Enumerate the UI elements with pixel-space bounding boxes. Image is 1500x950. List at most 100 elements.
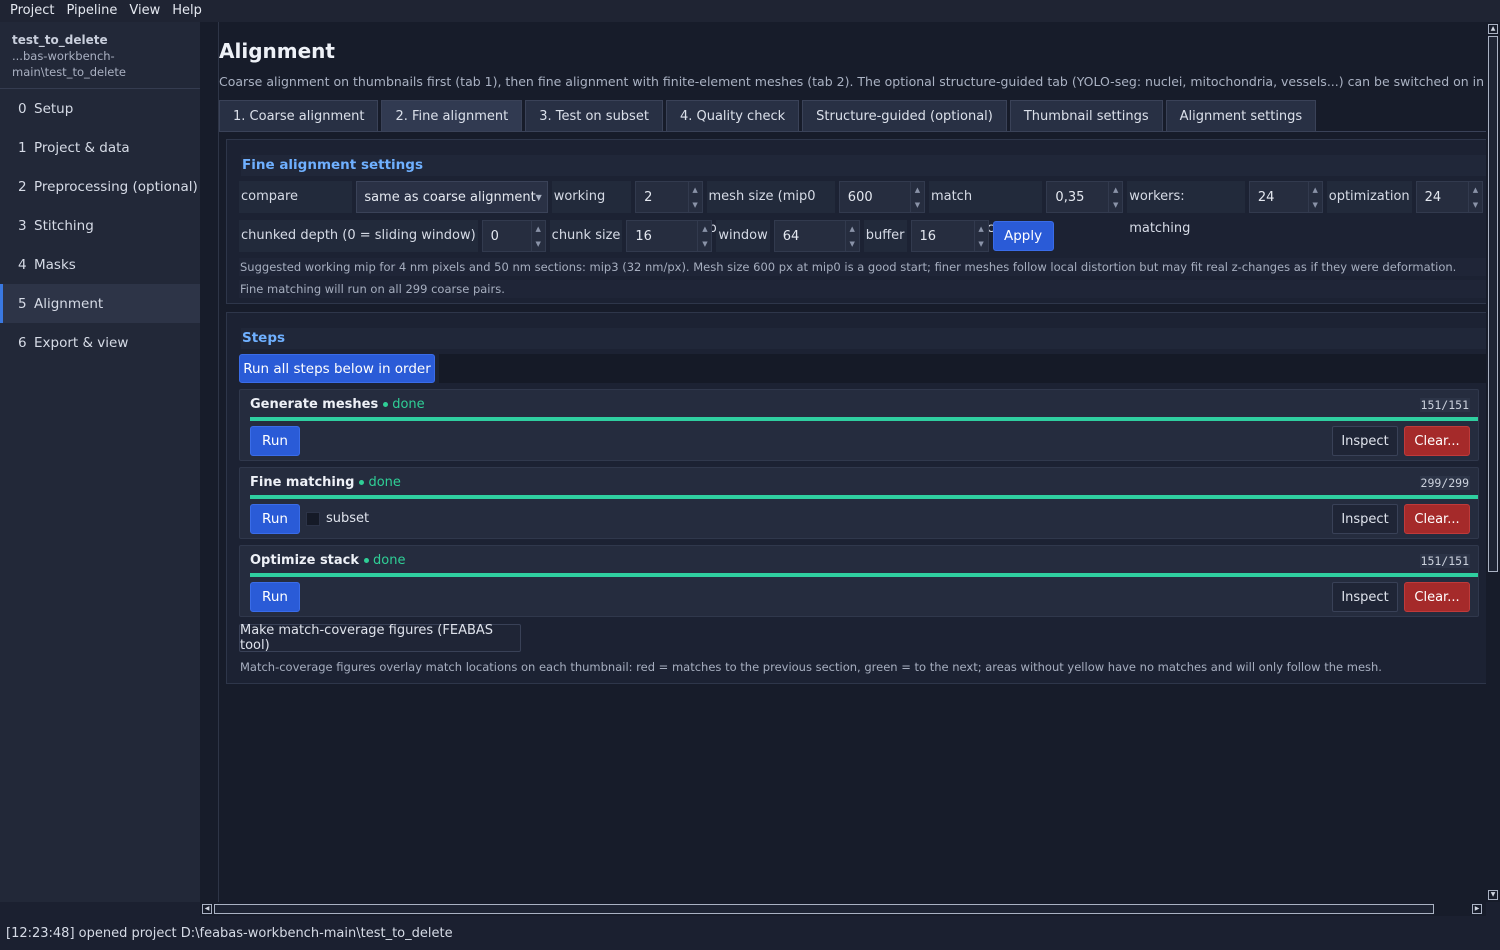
run-button[interactable]: Run bbox=[250, 504, 300, 534]
spin-up-icon[interactable]: ▲ bbox=[846, 221, 859, 236]
clear-button[interactable]: Clear... bbox=[1404, 504, 1470, 534]
step-progress-fill bbox=[250, 417, 1478, 421]
spin-up-icon[interactable]: ▲ bbox=[689, 182, 702, 197]
step-count: 151/151 bbox=[1419, 398, 1470, 412]
window-value: 64 bbox=[782, 228, 800, 244]
tab-alignment-settings[interactable]: Alignment settings bbox=[1165, 100, 1317, 131]
inspect-button[interactable]: Inspect bbox=[1332, 426, 1398, 456]
menu-help[interactable]: Help bbox=[166, 0, 208, 22]
step-name: Fine matching bbox=[250, 475, 355, 490]
apply-button[interactable]: Apply bbox=[992, 221, 1054, 251]
run-all-progress-area bbox=[439, 354, 1487, 383]
working-mip-value: 2 bbox=[644, 189, 653, 205]
spin-down-icon[interactable]: ▼ bbox=[1469, 197, 1482, 212]
tab-thumbnail-settings[interactable]: Thumbnail settings bbox=[1009, 100, 1163, 131]
settings-row-2: chunked depth (0 = sliding window) 0 ▲ ▼ … bbox=[239, 220, 1054, 252]
page-title: Alignment bbox=[219, 39, 335, 63]
tab-structure-guided[interactable]: Structure-guided (optional) bbox=[802, 100, 1007, 131]
menu-project[interactable]: Project bbox=[4, 0, 60, 22]
window-spinbox[interactable]: 64 ▲ ▼ bbox=[773, 220, 860, 252]
sidebar-item-label: Project & data bbox=[34, 139, 130, 156]
fine-matching-hint: Fine matching will run on all 299 coarse… bbox=[239, 280, 1487, 298]
clear-button[interactable]: Clear... bbox=[1404, 582, 1470, 612]
tab-fine-alignment[interactable]: 2. Fine alignment bbox=[381, 100, 523, 131]
inspect-button[interactable]: Inspect bbox=[1332, 582, 1398, 612]
checkbox-box[interactable] bbox=[306, 511, 320, 526]
group-title: Steps bbox=[241, 328, 1487, 349]
spin-up-icon[interactable]: ▲ bbox=[1469, 182, 1482, 197]
working-mip-spinbox[interactable]: 2 ▲ ▼ bbox=[635, 181, 703, 213]
sidebar-item-masks[interactable]: 4 Masks bbox=[0, 245, 200, 284]
step-name: Optimize stack bbox=[250, 553, 360, 568]
tab-coarse-alignment[interactable]: 1. Coarse alignment bbox=[219, 100, 379, 131]
project-name: test_to_delete bbox=[12, 33, 108, 47]
sidebar-item-alignment[interactable]: 5 Alignment bbox=[0, 284, 200, 323]
spin-down-icon[interactable]: ▼ bbox=[532, 236, 545, 251]
buffer-spinbox[interactable]: 16 ▲ ▼ bbox=[910, 220, 989, 252]
vertical-scrollbar[interactable]: ▲ ▼ bbox=[1486, 22, 1500, 902]
vertical-scroll-thumb[interactable] bbox=[1488, 36, 1498, 572]
run-all-steps-button[interactable]: Run all steps below in order bbox=[239, 354, 435, 383]
step-optimize-stack: Optimize stack done 151/151 Run Inspect … bbox=[239, 545, 1479, 617]
chunk-size-spinbox[interactable]: 16 ▲ ▼ bbox=[626, 220, 713, 252]
subset-label: subset bbox=[326, 511, 370, 526]
tab-quality-check[interactable]: 4. Quality check bbox=[665, 100, 800, 131]
spin-down-icon[interactable]: ▼ bbox=[975, 236, 988, 251]
scroll-left-icon[interactable]: ◀ bbox=[202, 904, 212, 914]
chunked-depth-spinbox[interactable]: 0 ▲ ▼ bbox=[481, 220, 546, 252]
step-progress-bar bbox=[250, 417, 1478, 421]
subset-checkbox[interactable]: subset bbox=[306, 511, 369, 526]
match-coverage-figures-button[interactable]: Make match-coverage figures (FEABAS tool… bbox=[239, 623, 521, 653]
spin-up-icon[interactable]: ▲ bbox=[532, 221, 545, 236]
horizontal-scroll-thumb[interactable] bbox=[214, 904, 1434, 914]
sidebar-item-setup[interactable]: 0 Setup bbox=[0, 89, 200, 128]
run-button[interactable]: Run bbox=[250, 426, 300, 456]
spin-up-icon[interactable]: ▲ bbox=[975, 221, 988, 236]
step-fine-matching: Fine matching done 299/299 Run subset In… bbox=[239, 467, 1479, 539]
spin-down-icon[interactable]: ▼ bbox=[1309, 197, 1322, 212]
run-button[interactable]: Run bbox=[250, 582, 300, 612]
spin-up-icon[interactable]: ▲ bbox=[698, 221, 711, 236]
spin-down-icon[interactable]: ▼ bbox=[846, 236, 859, 251]
menu-pipeline[interactable]: Pipeline bbox=[60, 0, 123, 22]
sidebar-item-preprocessing[interactable]: 2 Preprocessing (optional) bbox=[0, 167, 200, 206]
sidebar-item-project-data[interactable]: 1 Project & data bbox=[0, 128, 200, 167]
scroll-up-icon[interactable]: ▲ bbox=[1488, 24, 1498, 34]
sidebar-item-number: 5 bbox=[18, 295, 27, 312]
sidebar-item-label: Masks bbox=[34, 256, 76, 273]
status-dot-icon bbox=[359, 480, 365, 485]
spin-down-icon[interactable]: ▼ bbox=[698, 236, 711, 251]
sidebar-item-number: 1 bbox=[18, 139, 27, 156]
sidebar-item-number: 0 bbox=[18, 100, 27, 117]
spin-down-icon[interactable]: ▼ bbox=[689, 197, 702, 212]
status-badge: done bbox=[383, 397, 425, 412]
clear-button[interactable]: Clear... bbox=[1404, 426, 1470, 456]
scroll-down-icon[interactable]: ▼ bbox=[1488, 890, 1498, 900]
chunk-size-label: chunk size bbox=[549, 220, 623, 252]
step-count: 151/151 bbox=[1419, 554, 1470, 568]
compare-distance-select[interactable]: same as coarse alignment ▼ bbox=[356, 181, 548, 213]
working-mip-hint: Suggested working mip for 4 nm pixels an… bbox=[239, 258, 1487, 276]
spin-up-icon[interactable]: ▲ bbox=[1109, 182, 1122, 197]
window-label: window bbox=[716, 220, 770, 252]
scroll-right-icon[interactable]: ▶ bbox=[1472, 904, 1482, 914]
optimization-spinbox[interactable]: 24 ▲ ▼ bbox=[1415, 181, 1483, 213]
sidebar-item-stitching[interactable]: 3 Stitching bbox=[0, 206, 200, 245]
match-coverage-hint: Match-coverage figures overlay match loc… bbox=[240, 660, 1382, 674]
tab-test-on-subset[interactable]: 3. Test on subset bbox=[525, 100, 663, 131]
inspect-button[interactable]: Inspect bbox=[1332, 504, 1398, 534]
spin-up-icon[interactable]: ▲ bbox=[911, 182, 924, 197]
spin-down-icon[interactable]: ▼ bbox=[911, 197, 924, 212]
workers-matching-spinbox[interactable]: 24 ▲ ▼ bbox=[1248, 181, 1323, 213]
sidebar-item-export-view[interactable]: 6 Export & view bbox=[0, 323, 200, 362]
spin-up-icon[interactable]: ▲ bbox=[1309, 182, 1322, 197]
optimization-label: optimization bbox=[1326, 181, 1412, 213]
page-description: Coarse alignment on thumbnails first (ta… bbox=[219, 74, 1500, 89]
spin-down-icon[interactable]: ▼ bbox=[1109, 197, 1122, 212]
mesh-size-spinbox[interactable]: 600 ▲ ▼ bbox=[838, 181, 925, 213]
chevron-down-icon: ▼ bbox=[535, 193, 542, 202]
menu-view[interactable]: View bbox=[123, 0, 166, 22]
match-confidence-spinbox[interactable]: 0,35 ▲ ▼ bbox=[1046, 181, 1124, 213]
horizontal-scrollbar[interactable]: ◀ ▶ bbox=[200, 902, 1486, 916]
working-mip-label: working mip bbox=[551, 181, 632, 236]
